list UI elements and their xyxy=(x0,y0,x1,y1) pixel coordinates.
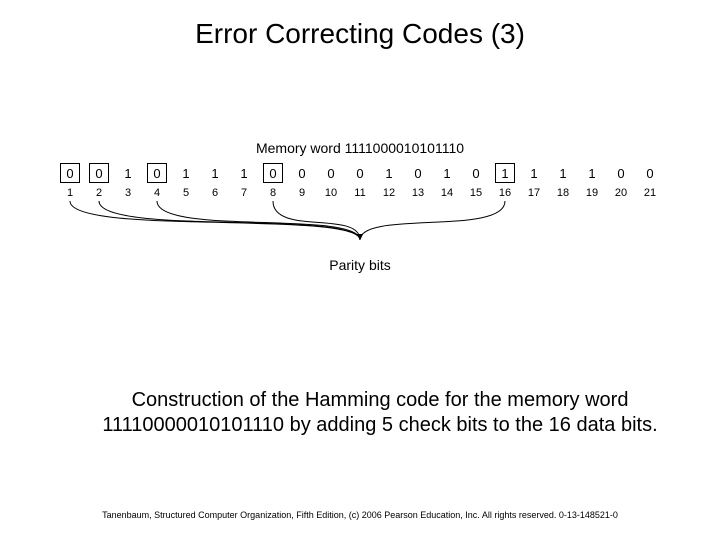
data-bit-value: 1 xyxy=(172,162,201,184)
memory-word-label: Memory word 1111000010101110 xyxy=(50,140,670,156)
bit-cell: 118 xyxy=(549,162,578,199)
data-bit-value: 0 xyxy=(317,162,346,184)
bit-index: 17 xyxy=(520,187,549,199)
data-bit-value: 1 xyxy=(578,162,607,184)
bit-cell: 020 xyxy=(607,162,636,199)
figure: Memory word 1111000010101110 01021304151… xyxy=(50,140,670,273)
data-bit-value: 0 xyxy=(636,162,665,184)
bit-index: 1 xyxy=(56,187,85,199)
parity-bit-box: 0 xyxy=(147,163,167,183)
bit-index: 5 xyxy=(172,187,201,199)
bit-index: 8 xyxy=(259,187,288,199)
parity-bits-label: Parity bits xyxy=(50,257,670,273)
bit-index: 13 xyxy=(404,187,433,199)
bit-cell: 011 xyxy=(346,162,375,199)
bit-index: 2 xyxy=(85,187,114,199)
bit-cell: 114 xyxy=(433,162,462,199)
data-bit-value: 1 xyxy=(549,162,578,184)
bit-index: 18 xyxy=(549,187,578,199)
bit-cell: 112 xyxy=(375,162,404,199)
parity-bit-box: 0 xyxy=(89,163,109,183)
bit-cell: 16 xyxy=(201,162,230,199)
bit-cell: 09 xyxy=(288,162,317,199)
bit-index: 15 xyxy=(462,187,491,199)
bit-index: 11 xyxy=(346,187,375,199)
parity-arrows xyxy=(50,140,670,260)
bit-cell: 116 xyxy=(491,162,520,199)
parity-bit-box: 0 xyxy=(263,163,283,183)
bit-cell: 04 xyxy=(143,162,172,199)
data-bit-value: 1 xyxy=(201,162,230,184)
parity-bit-box: 1 xyxy=(495,163,515,183)
data-bit-value: 0 xyxy=(346,162,375,184)
data-bit-value: 1 xyxy=(433,162,462,184)
bit-row: 0102130415161708090100111120131140151161… xyxy=(50,162,670,199)
bit-index: 20 xyxy=(607,187,636,199)
data-bit-value: 0 xyxy=(462,162,491,184)
bit-index: 21 xyxy=(636,187,665,199)
bit-index: 7 xyxy=(230,187,259,199)
bit-index: 14 xyxy=(433,187,462,199)
caption-text: Construction of the Hamming code for the… xyxy=(80,388,680,438)
bit-index: 3 xyxy=(114,187,143,199)
bit-index: 6 xyxy=(201,187,230,199)
parity-bit-box: 0 xyxy=(60,163,80,183)
bit-cell: 01 xyxy=(56,162,85,199)
bit-cell: 021 xyxy=(636,162,665,199)
bit-cell: 117 xyxy=(520,162,549,199)
bit-cell: 02 xyxy=(85,162,114,199)
bit-index: 9 xyxy=(288,187,317,199)
bit-cell: 17 xyxy=(230,162,259,199)
data-bit-value: 1 xyxy=(114,162,143,184)
footer-text: Tanenbaum, Structured Computer Organizat… xyxy=(0,510,720,520)
data-bit-value: 0 xyxy=(404,162,433,184)
bit-cell: 119 xyxy=(578,162,607,199)
bit-index: 19 xyxy=(578,187,607,199)
data-bit-value: 0 xyxy=(607,162,636,184)
bit-cell: 015 xyxy=(462,162,491,199)
bit-cell: 010 xyxy=(317,162,346,199)
bit-cell: 08 xyxy=(259,162,288,199)
data-bit-value: 1 xyxy=(520,162,549,184)
page-title: Error Correcting Codes (3) xyxy=(0,0,720,50)
bit-cell: 13 xyxy=(114,162,143,199)
data-bit-value: 0 xyxy=(288,162,317,184)
bit-cell: 013 xyxy=(404,162,433,199)
data-bit-value: 1 xyxy=(375,162,404,184)
bit-index: 4 xyxy=(143,187,172,199)
bit-index: 10 xyxy=(317,187,346,199)
data-bit-value: 1 xyxy=(230,162,259,184)
bit-cell: 15 xyxy=(172,162,201,199)
bit-index: 12 xyxy=(375,187,404,199)
bit-index: 16 xyxy=(491,187,520,199)
